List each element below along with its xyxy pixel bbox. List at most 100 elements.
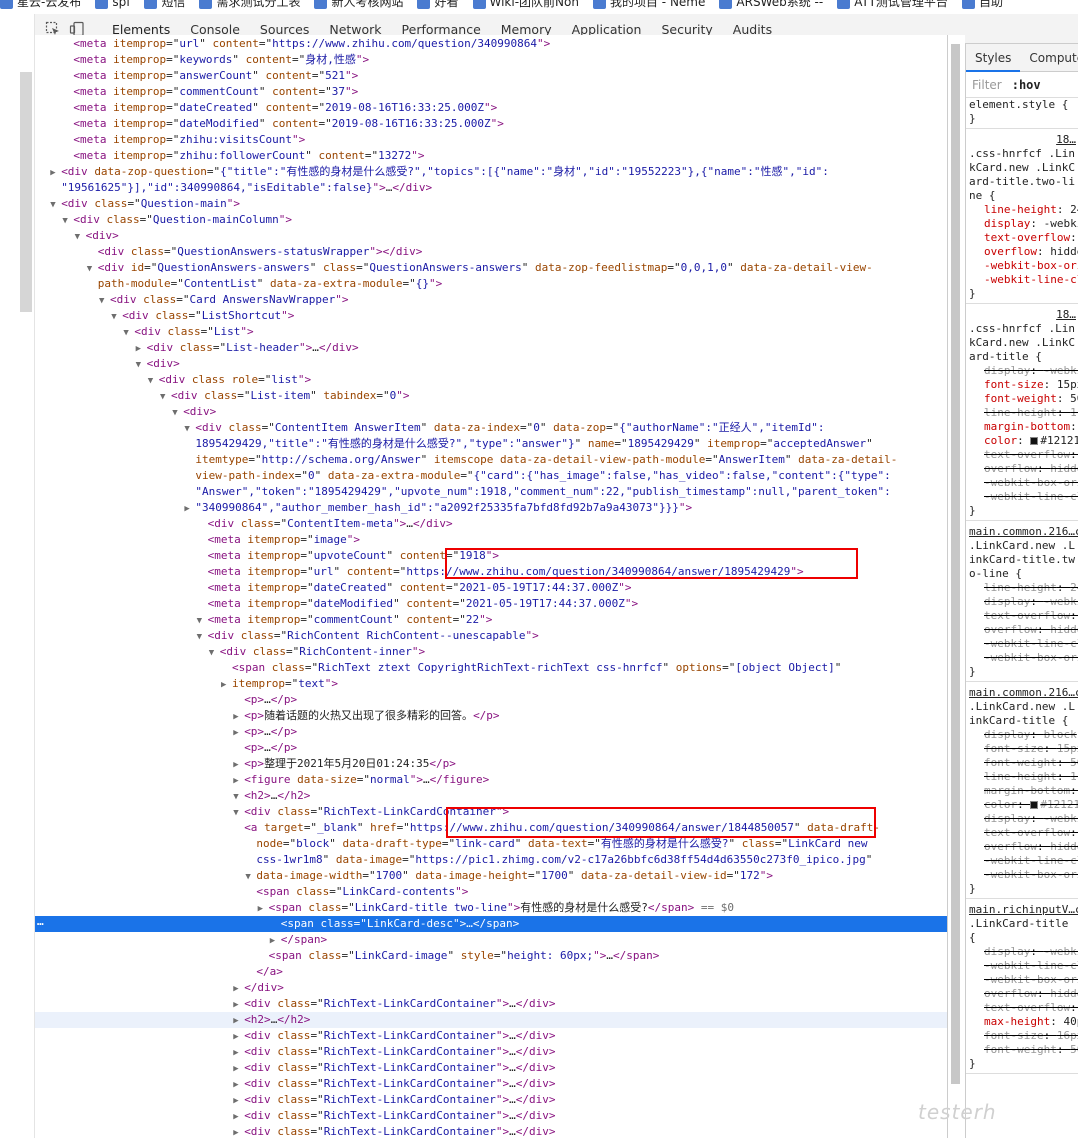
css-declaration[interactable]: line-height: 1.25 xyxy=(966,406,1078,420)
bookmark-item[interactable]: spf xyxy=(95,0,130,9)
expand-triangle-icon[interactable]: ▶ xyxy=(233,757,244,773)
bookmark-item[interactable]: 短信 xyxy=(144,0,185,9)
expand-triangle-icon[interactable]: ▶ xyxy=(233,1125,244,1138)
css-declaration[interactable]: -webkit-box-orient: vertical xyxy=(966,476,1078,490)
dom-node-line[interactable]: ▶ itemprop="text"> xyxy=(221,676,338,692)
dom-node-line[interactable]: ▶ <div class="RichText-LinkCardContainer"… xyxy=(233,1076,555,1092)
page-scrollbar[interactable] xyxy=(20,72,32,312)
css-declaration[interactable]: display: -webkit-box xyxy=(966,217,1078,231)
css-declaration[interactable]: -webkit-box-orient: vertical xyxy=(966,868,1078,882)
css-declaration[interactable]: -webkit-line-clamp: 2 xyxy=(966,637,1078,651)
dom-node-line[interactable]: <p>…</p> xyxy=(233,692,297,708)
sidebar-tab-styles[interactable]: Styles xyxy=(966,44,1021,72)
color-swatch-icon[interactable] xyxy=(1030,801,1039,809)
dom-node-line[interactable]: ▼ <div class="RichContent RichContent--un… xyxy=(197,628,539,644)
dom-node-line[interactable]: <meta itemprop="commentCount" content="3… xyxy=(62,84,358,100)
collapse-triangle-icon[interactable]: ▼ xyxy=(50,197,61,213)
css-declaration[interactable]: text-overflow: ellipsis xyxy=(966,231,1078,245)
css-declaration[interactable]: display: -webkit-box xyxy=(966,812,1078,826)
css-declaration[interactable]: display: -webkit-box xyxy=(966,945,1078,959)
collapse-triangle-icon[interactable]: ▼ xyxy=(245,869,256,885)
css-declaration[interactable]: text-overflow: ellipsis xyxy=(966,1001,1078,1015)
dom-node-line[interactable]: <meta itemprop="zhihu:visitsCount"> xyxy=(62,132,305,148)
expand-triangle-icon[interactable]: ▶ xyxy=(233,773,244,789)
css-declaration[interactable]: font-size: 16px xyxy=(966,1029,1078,1043)
dom-node-line[interactable]: <meta itemprop="dateModified" content="2… xyxy=(62,116,504,132)
bookmark-item[interactable]: 需求测试分工表 xyxy=(199,0,300,9)
dom-node-line[interactable]: <meta itemprop="keywords" content="身材,性感… xyxy=(62,52,369,68)
rule-selector[interactable]: .css-hnrfcf .LinkCard.new .LinkCard-titl… xyxy=(966,322,1078,364)
rule-selector[interactable]: .LinkCard-title { xyxy=(966,917,1078,945)
css-declaration[interactable]: -webkit-box-orient: vertical xyxy=(966,651,1078,665)
dom-node-line[interactable]: ▶ <div class="RichText-LinkCardContainer"… xyxy=(233,996,555,1012)
css-declaration[interactable]: overflow: hidden xyxy=(966,245,1078,259)
expand-triangle-icon[interactable]: ▶ xyxy=(233,725,244,741)
dom-node-line[interactable]: ▶ "340990864","author_member_hash_id":"a2… xyxy=(184,500,692,516)
dom-node-line[interactable]: ▶ <div class="List-header">…</div> xyxy=(136,340,359,356)
css-declaration[interactable]: color: #121212 xyxy=(966,798,1078,812)
dom-node-line[interactable]: ▼ <div class="RichContent-inner"> xyxy=(209,644,425,660)
dom-node-line[interactable]: <div class="QuestionAnswers-statusWrappe… xyxy=(87,244,423,260)
dom-node-line[interactable]: ▶ <p>随着话题的火热又出现了很多精彩的回答。</p> xyxy=(233,708,499,724)
expand-triangle-icon[interactable]: ▶ xyxy=(233,1109,244,1125)
dom-node-line[interactable]: <meta itemprop="dateCreated" content="20… xyxy=(62,100,497,116)
collapse-triangle-icon[interactable]: ▼ xyxy=(136,357,147,373)
dom-node-line[interactable]: ▼ <div class="Question-main"> xyxy=(50,196,240,212)
css-declaration[interactable]: overflow: hidden xyxy=(966,840,1078,854)
expand-triangle-icon[interactable]: ▶ xyxy=(258,901,269,917)
bookmark-item[interactable]: ATT测试管理平台 xyxy=(837,0,948,9)
css-declaration[interactable]: line-height: 24px xyxy=(966,203,1078,217)
css-declaration[interactable]: font-size: 15px xyxy=(966,378,1078,392)
collapse-triangle-icon[interactable]: ▼ xyxy=(62,213,73,229)
rule-selector[interactable]: .LinkCard.new .LinkCard-title { xyxy=(966,700,1078,728)
css-declaration[interactable]: -webkit-line-clamp: 2 xyxy=(966,959,1078,973)
css-declaration[interactable]: line-height: 24px xyxy=(966,581,1078,595)
dom-node-line[interactable]: ▶ <div class="RichText-LinkCardContainer"… xyxy=(233,1092,555,1108)
dom-node-line[interactable]: node="block" data-draft-type="link-card"… xyxy=(245,836,867,852)
css-declaration[interactable]: -webkit-line-clamp: 1 xyxy=(966,854,1078,868)
expand-triangle-icon[interactable]: ▶ xyxy=(233,981,244,997)
expand-triangle-icon[interactable]: ▶ xyxy=(233,1061,244,1077)
bookmark-item[interactable]: ARSWeb系统 -- xyxy=(719,0,823,9)
dom-node-line[interactable]: ▼ <div class="RichText-LinkCardContainer"… xyxy=(233,804,509,820)
css-declaration[interactable]: margin-bottom: 2px xyxy=(966,784,1078,798)
hover-state-button[interactable]: :hov xyxy=(1012,78,1041,92)
dom-node-line[interactable]: ▼ <div> xyxy=(172,404,216,420)
css-declaration[interactable]: font-size: 15px xyxy=(966,742,1078,756)
dom-node-line[interactable]: <p>…</p> xyxy=(233,740,297,756)
dom-node-line[interactable]: <meta itemprop="url" content="https://ww… xyxy=(62,36,550,52)
css-declaration[interactable]: display: block xyxy=(966,728,1078,742)
dom-node-line[interactable]: <div class="ContentItem-meta">…</div> xyxy=(197,516,453,532)
bookmark-item[interactable]: Wiki-团队前Non xyxy=(472,0,579,9)
dom-node-line[interactable]: 1895429429,"title":"有性感的身材是什么感受?","type"… xyxy=(184,436,872,452)
dom-node-line[interactable]: css-1wr1m8" data-image="https://pic1.zhi… xyxy=(245,852,872,868)
collapse-triangle-icon[interactable]: ▼ xyxy=(111,309,122,325)
css-declaration[interactable]: margin-bottom: 2px xyxy=(966,420,1078,434)
dom-node-line[interactable]: "Answer","token":"1895429429","upvote_nu… xyxy=(184,484,890,500)
dom-node-line[interactable]: ▼ <div class="List"> xyxy=(123,324,253,340)
expand-triangle-icon[interactable]: ▶ xyxy=(184,501,195,517)
collapse-triangle-icon[interactable]: ▼ xyxy=(184,421,195,437)
dom-node-line[interactable]: ▼ <div class="Card AnswersNavWrapper"> xyxy=(99,292,348,308)
dom-node-line[interactable]: ▼ data-image-width="1700" data-image-heig… xyxy=(245,868,773,884)
css-declaration[interactable]: max-height: 40px xyxy=(966,1015,1078,1029)
bookmark-item[interactable]: 星云-云发布 xyxy=(0,0,81,9)
rule-source-link[interactable]: main.common.216…c xyxy=(969,686,1078,699)
dom-node-line[interactable]: ▶ <p>…</p> xyxy=(233,724,297,740)
dom-node-line[interactable]: ▼ <div class="List-item" tabindex="0"> xyxy=(160,388,409,404)
dom-node-line[interactable]: <a target="_blank" href="https://www.zhi… xyxy=(233,820,880,836)
dom-node-line[interactable]: view-path-index="0" data-za-extra-module… xyxy=(184,468,890,484)
collapse-triangle-icon[interactable]: ▼ xyxy=(233,805,244,821)
rule-selector[interactable]: .css-hnrfcf .LinkCard.new .LinkCard-titl… xyxy=(966,147,1078,203)
expand-triangle-icon[interactable]: ▶ xyxy=(50,165,61,181)
rule-source-link[interactable]: 18… xyxy=(1056,133,1076,146)
expand-triangle-icon[interactable]: ▶ xyxy=(233,709,244,725)
rule-selector[interactable]: .LinkCard.new .LinkCard-title.two-line { xyxy=(966,539,1078,581)
collapse-triangle-icon[interactable]: ▼ xyxy=(148,373,159,389)
color-swatch-icon[interactable] xyxy=(1030,437,1039,445)
css-declaration[interactable]: font-weight: 500 xyxy=(966,1043,1078,1057)
collapse-triangle-icon[interactable]: ▼ xyxy=(160,389,171,405)
css-declaration[interactable]: text-overflow: ellipsis xyxy=(966,826,1078,840)
css-declaration[interactable]: font-weight: 500 xyxy=(966,392,1078,406)
dom-node-line[interactable]: ▶ <div class="RichText-LinkCardContainer"… xyxy=(233,1044,555,1060)
